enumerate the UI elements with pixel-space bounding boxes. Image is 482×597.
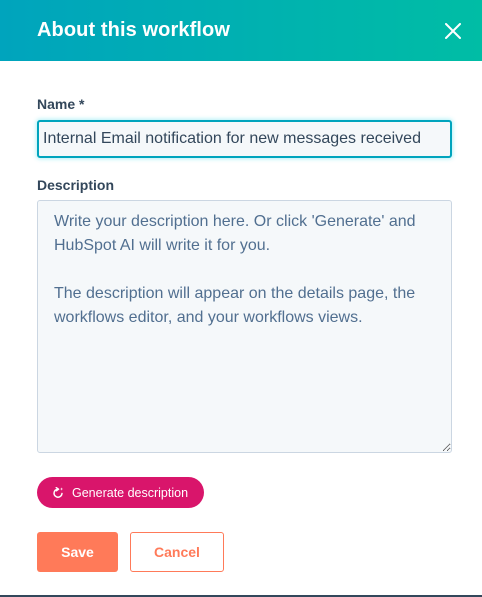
description-textarea[interactable] xyxy=(37,200,452,453)
save-button[interactable]: Save xyxy=(37,532,118,572)
cancel-button[interactable]: Cancel xyxy=(130,532,224,572)
generate-description-label: Generate description xyxy=(72,485,189,500)
dialog-title: About this workflow xyxy=(37,19,230,41)
dialog-header: About this workflow xyxy=(0,0,482,61)
description-label: Description xyxy=(37,177,115,193)
generate-description-button[interactable]: Generate description xyxy=(37,477,205,508)
close-button[interactable] xyxy=(440,18,466,44)
name-label: Name * xyxy=(37,96,85,112)
name-input[interactable] xyxy=(37,120,452,158)
regenerate-sparkle-icon xyxy=(53,486,64,498)
close-icon xyxy=(445,22,461,39)
